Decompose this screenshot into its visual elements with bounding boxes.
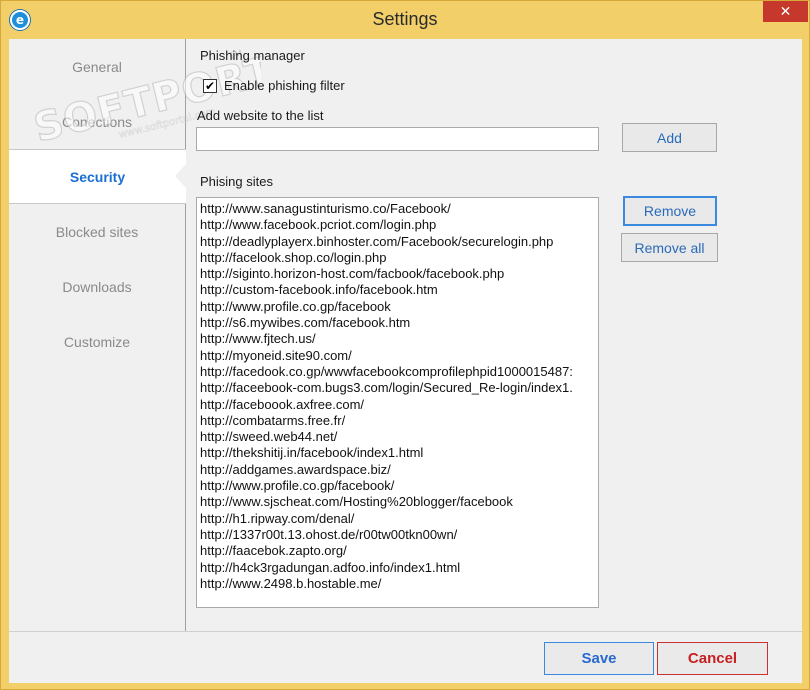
sidebar-item-security[interactable]: Security xyxy=(9,149,187,204)
list-item[interactable]: http://www.sanagustinturismo.co/Facebook… xyxy=(197,201,598,217)
list-item[interactable]: http://thekshitij.in/facebook/index1.htm… xyxy=(197,445,598,461)
list-item[interactable]: http://h4ck3rgadungan.adfoo.info/index1.… xyxy=(197,560,598,576)
window-title: Settings xyxy=(372,9,438,29)
remove-button[interactable]: Remove xyxy=(623,196,717,226)
sidebar-item-blocked-sites[interactable]: Blocked sites xyxy=(9,204,185,259)
phishing-sites-list[interactable]: http://www.sanagustinturismo.co/Facebook… xyxy=(196,197,599,608)
list-item[interactable]: http://h1.ripway.com/denal/ xyxy=(197,511,598,527)
security-panel: Phishing manager ✔ Enable phishing filte… xyxy=(186,39,802,631)
sidebar-item-customize[interactable]: Customize xyxy=(9,314,185,369)
dialog-footer: Save Cancel xyxy=(9,631,802,683)
add-website-input[interactable] xyxy=(196,127,599,151)
close-icon: ✕ xyxy=(779,3,792,19)
add-website-label: Add website to the list xyxy=(197,108,324,123)
list-item[interactable]: http://s6.mywibes.com/facebook.htm xyxy=(197,315,598,331)
list-item[interactable]: http://siginto.horizon-host.com/facbook/… xyxy=(197,266,598,282)
phishing-manager-heading: Phishing manager xyxy=(200,48,305,63)
sidebar-item-general[interactable]: General xyxy=(9,39,185,94)
phising-sites-label: Phising sites xyxy=(200,174,273,189)
checkmark-icon: ✔ xyxy=(204,79,216,93)
list-item[interactable]: http://www.profile.co.gp/facebook xyxy=(197,299,598,315)
list-item[interactable]: http://myoneid.site90.com/ xyxy=(197,348,598,364)
list-item[interactable]: http://sweed.web44.net/ xyxy=(197,429,598,445)
list-item[interactable]: http://combatarms.free.fr/ xyxy=(197,413,598,429)
sidebar-item-label: Downloads xyxy=(62,278,132,295)
enable-phishing-label: Enable phishing filter xyxy=(224,78,345,93)
list-item[interactable]: http://deadlyplayerx.binhoster.com/Faceb… xyxy=(197,234,598,250)
sidebar-item-label: Conections xyxy=(61,113,133,130)
list-item[interactable]: http://www.sjscheat.com/Hosting%20blogge… xyxy=(197,494,598,510)
list-item[interactable]: http://www.fjtech.us/ xyxy=(197,331,598,347)
list-item[interactable]: http://faceboook.axfree.com/ xyxy=(197,397,598,413)
sidebar-item-label: General xyxy=(72,58,122,75)
sidebar-item-downloads[interactable]: Downloads xyxy=(9,259,185,314)
list-item[interactable]: http://1337r00t.13.ohost.de/r00tw00tkn00… xyxy=(197,527,598,543)
close-button[interactable]: ✕ xyxy=(763,1,808,22)
settings-client-area: General Conections Security Blocked site… xyxy=(9,39,802,683)
list-item[interactable]: http://faacebok.zapto.org/ xyxy=(197,543,598,559)
title-bar[interactable]: e Settings ✕ xyxy=(1,1,809,39)
list-item[interactable]: http://www.facebook.pcriot.com/login.php xyxy=(197,217,598,233)
sidebar-item-label: Security xyxy=(69,168,126,185)
sidebar-item-label: Customize xyxy=(63,333,131,350)
add-button[interactable]: Add xyxy=(622,123,717,152)
settings-window: e Settings ✕ General Conections Security… xyxy=(0,0,810,690)
save-button[interactable]: Save xyxy=(544,642,654,675)
list-item[interactable]: http://custom-facebook.info/facebook.htm xyxy=(197,282,598,298)
list-item[interactable]: http://faceebook-com.bugs3.com/login/Sec… xyxy=(197,380,598,396)
remove-all-button[interactable]: Remove all xyxy=(621,233,718,262)
list-item[interactable]: http://www.profile.co.gp/facebook/ xyxy=(197,478,598,494)
list-item[interactable]: http://www.2498.b.hostable.me/ xyxy=(197,576,598,592)
list-item[interactable]: http://facelook.shop.co/login.php xyxy=(197,250,598,266)
enable-phishing-checkbox[interactable]: ✔ xyxy=(203,79,217,93)
settings-sidebar: General Conections Security Blocked site… xyxy=(9,39,187,631)
cancel-button[interactable]: Cancel xyxy=(657,642,768,675)
list-item[interactable]: http://addgames.awardspace.biz/ xyxy=(197,462,598,478)
sidebar-item-conections[interactable]: Conections xyxy=(9,94,185,149)
sidebar-item-label: Blocked sites xyxy=(55,223,139,240)
list-item[interactable]: http://facedook.co.gp/wwwfacebookcomprof… xyxy=(197,364,598,380)
